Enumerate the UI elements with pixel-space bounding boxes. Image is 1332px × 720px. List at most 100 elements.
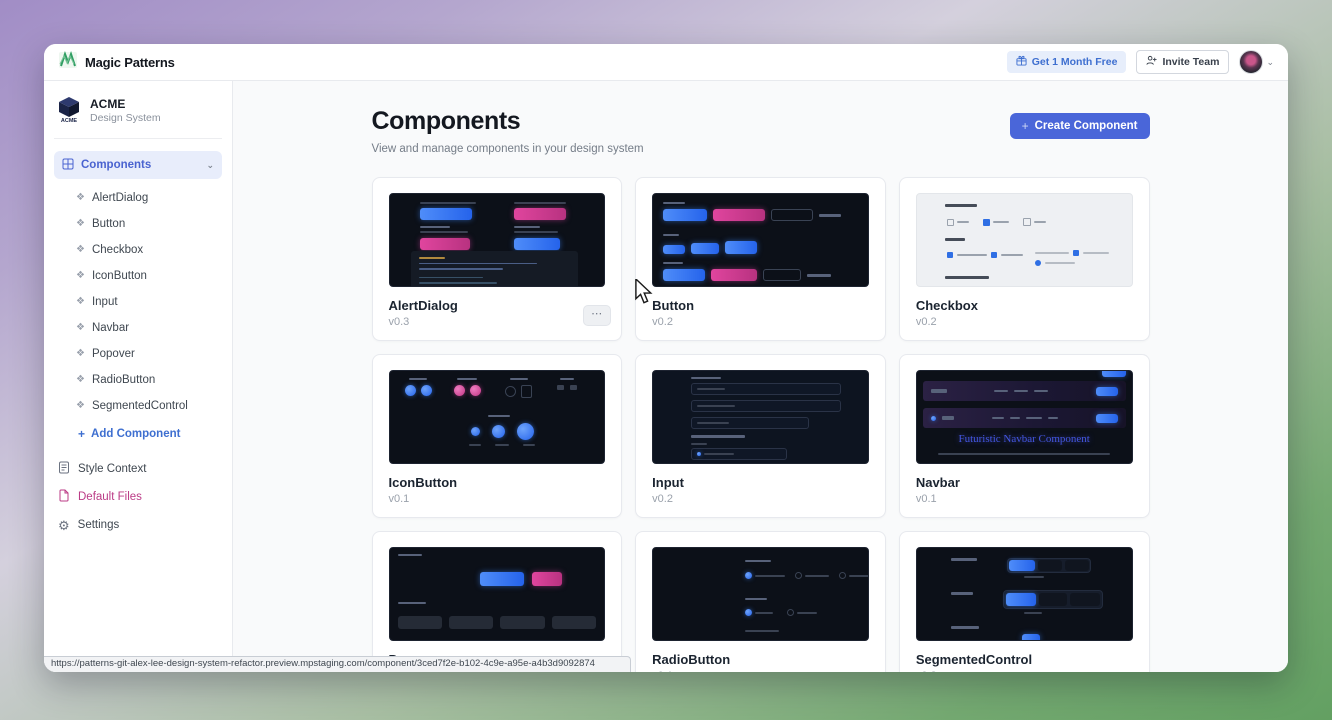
- file-icon: [58, 489, 70, 505]
- thumb-decor: [454, 385, 481, 396]
- sidebar-item-default-files[interactable]: Default Files: [54, 483, 222, 511]
- card-name: RadioButton: [652, 652, 869, 667]
- thumb-decor: [420, 226, 470, 250]
- sidebar-item-popover[interactable]: ❖Popover: [54, 341, 222, 367]
- checkbox-thumbnail: [916, 193, 1133, 287]
- thumb-decor: [471, 423, 534, 440]
- thumb-decor: [1026, 417, 1042, 419]
- thumb-decor: [763, 269, 801, 281]
- add-component-label: Add Component: [91, 428, 180, 440]
- thumb-decor: [398, 602, 426, 604]
- thumb-decor: [1035, 252, 1069, 254]
- component-card-navbar[interactable]: Futuristic Navbar Component Navbar v0.1: [899, 354, 1150, 518]
- thumb-decor: [938, 453, 1110, 455]
- thumb-decor: [480, 572, 524, 586]
- thumb-decor: [691, 443, 707, 445]
- card-name: Navbar: [916, 475, 1133, 490]
- thumb-decor: [409, 378, 427, 380]
- sidebar-item-style-context[interactable]: Style Context: [54, 455, 222, 483]
- thumb-decor: [1014, 390, 1028, 392]
- sidebar-item-label: Default Files: [78, 491, 142, 503]
- thumb-decor: [514, 202, 566, 220]
- thumb-decor: [663, 262, 683, 264]
- thumb-decor: [947, 219, 954, 226]
- sidebar-item-iconbutton[interactable]: ❖ IconButton: [54, 263, 222, 289]
- workspace-subtitle: Design System: [90, 112, 161, 125]
- navbar-thumbnail: Futuristic Navbar Component: [916, 370, 1133, 464]
- component-card-checkbox[interactable]: Checkbox v0.2: [899, 177, 1150, 341]
- thumb-decor: [691, 435, 745, 438]
- sidebar-item-alertdialog[interactable]: ❖AlertDialog: [54, 185, 222, 211]
- sidebar-item-label: RadioButton: [92, 374, 155, 386]
- thumb-decor: [500, 616, 544, 629]
- top-header: Magic Patterns Get 1 Month Free Invite T…: [44, 44, 1288, 81]
- thumb-decor: [725, 241, 757, 254]
- thumb-decor: [994, 390, 1008, 392]
- thumb-decor: [505, 386, 516, 397]
- component-card-input[interactable]: Input v0.2: [635, 354, 886, 518]
- user-avatar-menu[interactable]: ⌄: [1239, 50, 1274, 74]
- create-component-button[interactable]: + Create Component: [1010, 113, 1150, 139]
- thumb-decor: [951, 558, 977, 561]
- component-icon: ❖: [76, 271, 85, 281]
- component-icon: ❖: [76, 401, 85, 411]
- card-version: v0.2: [652, 493, 869, 505]
- thumb-decor: [405, 378, 432, 396]
- thumb-decor: [514, 238, 560, 250]
- gear-icon: ⚙: [58, 519, 70, 532]
- sidebar-item-components[interactable]: Components ⌄: [54, 151, 222, 179]
- sidebar-item-checkbox[interactable]: ❖Checkbox: [54, 237, 222, 263]
- sidebar-bottom: Style Context Default Files ⚙ Settings: [54, 455, 222, 539]
- thumb-decor: [1003, 590, 1103, 609]
- thumb-decor: [691, 417, 809, 429]
- promo-button[interactable]: Get 1 Month Free: [1007, 51, 1127, 73]
- thumb-decor: [951, 626, 979, 629]
- thumb-decor: [983, 219, 990, 226]
- sidebar-item-label: Checkbox: [92, 244, 143, 256]
- card-version: v0.1: [652, 670, 869, 672]
- sidebar-item-button[interactable]: ❖Button: [54, 211, 222, 237]
- thumb-decor: [745, 598, 767, 600]
- grid-icon: [62, 158, 74, 173]
- sidebar-item-settings[interactable]: ⚙ Settings: [54, 511, 222, 539]
- sidebar-item-label: IconButton: [92, 270, 147, 282]
- thumb-decor: [697, 388, 725, 390]
- sidebar-item-input[interactable]: ❖Input: [54, 289, 222, 315]
- thumb-decor: [663, 202, 685, 204]
- thumb-decor: [745, 630, 779, 632]
- add-component-button[interactable]: + Add Component: [54, 421, 222, 447]
- page-subtitle: View and manage components in your desig…: [372, 143, 644, 155]
- component-card-alertdialog[interactable]: AlertDialog v0.3 ⋯: [372, 177, 623, 341]
- component-card-iconbutton[interactable]: IconButton v0.1: [372, 354, 623, 518]
- thumb-decor: [663, 245, 685, 254]
- sidebar-item-radiobutton[interactable]: ❖RadioButton: [54, 367, 222, 393]
- workspace-switcher[interactable]: ACME ACME Design System: [54, 91, 222, 138]
- thumb-decor: [557, 385, 577, 390]
- component-card-button[interactable]: Button v0.2: [635, 177, 886, 341]
- sidebar-section-label: Components: [81, 159, 151, 171]
- thumb-decor: [663, 209, 841, 221]
- sidebar-item-navbar[interactable]: ❖Navbar: [54, 315, 222, 341]
- thumb-decor: [419, 263, 537, 265]
- page-title: Components: [372, 107, 644, 136]
- thumb-decor: [1045, 262, 1075, 264]
- sidebar-item-segmentedcontrol[interactable]: ❖SegmentedControl: [54, 393, 222, 419]
- component-card-radiobutton[interactable]: RadioButton v0.1: [635, 531, 886, 672]
- component-card-segmentedcontrol[interactable]: SegmentedControl v0.2: [899, 531, 1150, 672]
- promo-button-label: Get 1 Month Free: [1032, 56, 1118, 68]
- invite-team-button[interactable]: Invite Team: [1136, 50, 1229, 74]
- thumb-decor: [449, 616, 493, 629]
- component-icon: ❖: [76, 219, 85, 229]
- link-status-bar: https://patterns-git-alex-lee-design-sys…: [44, 656, 631, 672]
- thumb-decor: [839, 572, 846, 579]
- component-icon: ❖: [76, 297, 85, 307]
- thumb-decor: [560, 378, 574, 380]
- thumb-decor: [1065, 560, 1089, 571]
- thumb-decor: [1024, 612, 1042, 614]
- thumb-decor: [1009, 560, 1035, 571]
- thumb-decor: [983, 219, 1009, 226]
- more-options-button[interactable]: ⋯: [583, 305, 611, 326]
- thumb-decor: [495, 444, 509, 446]
- card-version: v0.2: [916, 316, 1133, 328]
- component-card-popover[interactable]: Popover v0.2: [372, 531, 623, 672]
